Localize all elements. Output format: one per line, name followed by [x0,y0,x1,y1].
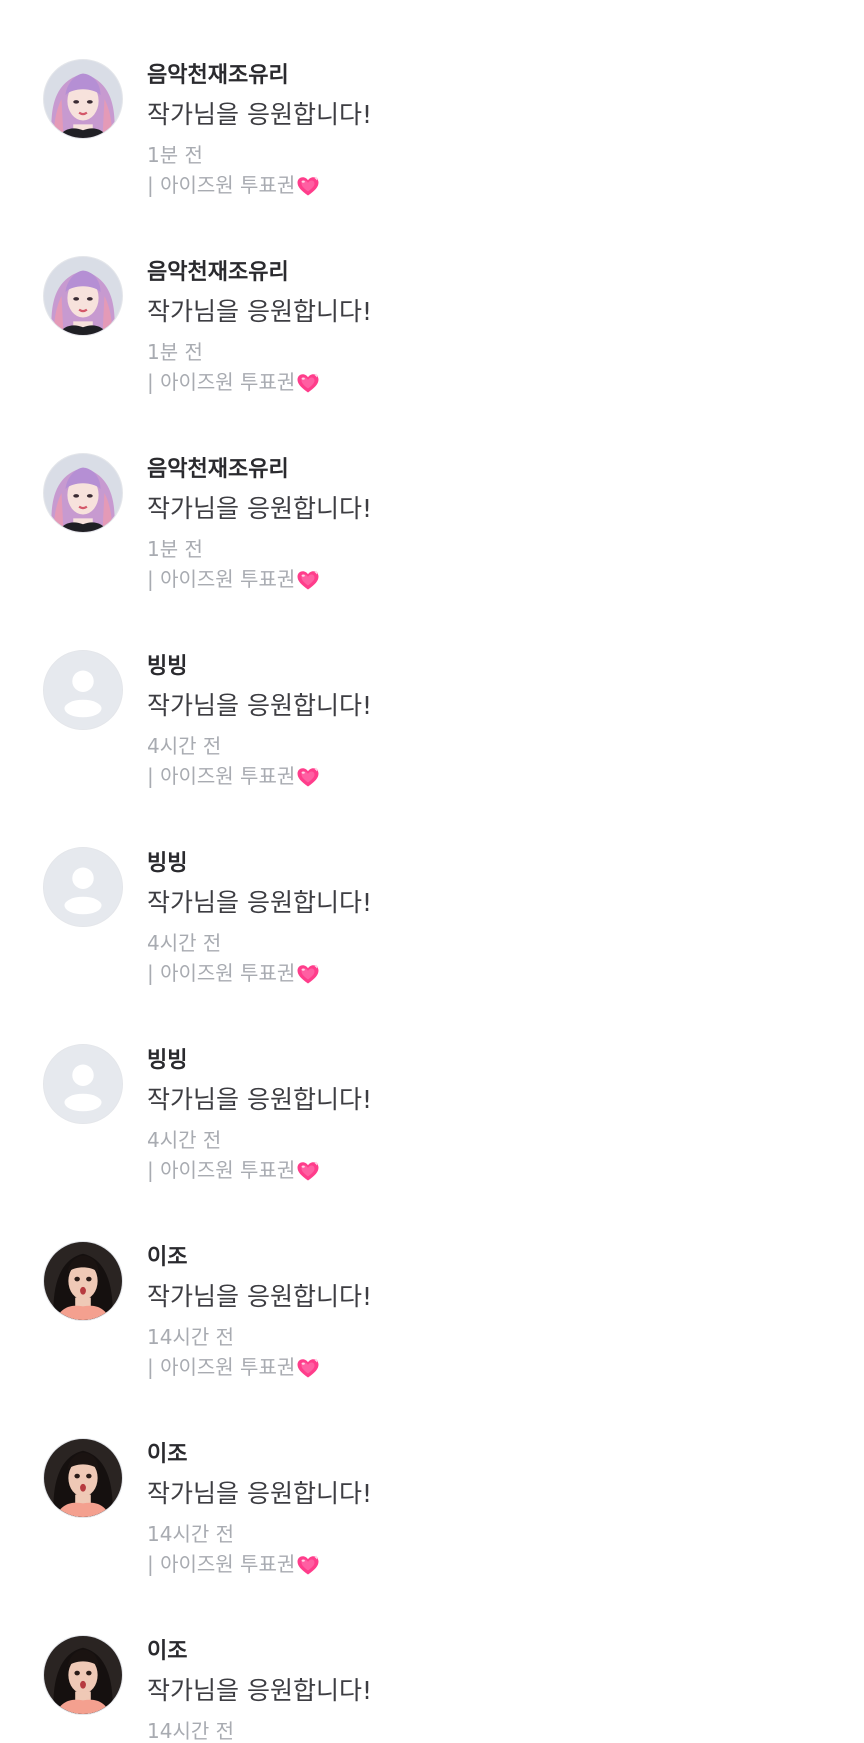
comment-item: 빙빙 작가님을 응원합니다! 4시간 전 | 아이즈원 투표권 [0,1044,864,1234]
comment-time: 14시간 전 [147,1325,235,1349]
comment-time: 14시간 전 [147,1522,235,1546]
avatar-default-user-icon[interactable] [43,650,123,730]
growing-heart-icon [296,766,320,788]
comment-message: 작가님을 응원합니다! [147,1282,372,1311]
comment-nickname[interactable]: 음악천재조유리 [147,451,289,483]
comment-nickname[interactable]: 음악천재조유리 [147,254,289,286]
comment-item: 이조 작가님을 응원합니다! 14시간 전 | 아이즈원 투표권 [0,1438,864,1628]
comment-gift: | 아이즈원 투표권 [147,760,320,789]
comment-item: 음악천재조유리 작가님을 응원합니다! 1분 전 | 아이즈원 투표권 [0,256,864,446]
comment-nickname[interactable]: 이조 [147,1633,187,1665]
comment-message: 작가님을 응원합니다! [147,691,372,720]
comment-message: 작가님을 응원합니다! [147,494,372,523]
comment-gift: | 아이즈원 투표권 [147,1351,320,1380]
comment-nickname[interactable]: 빙빙 [147,648,187,680]
comment-gift: | 아이즈원 투표권 [147,563,320,592]
comment-time: 1분 전 [147,537,203,561]
comment-message: 작가님을 응원합니다! [147,1479,372,1508]
avatar-purple-hair-profile-photo[interactable] [43,59,123,139]
comment-gift: | 아이즈원 투표권 [147,1548,320,1577]
growing-heart-icon [296,1554,320,1576]
comment-nickname[interactable]: 음악천재조유리 [147,57,289,89]
comment-nickname[interactable]: 이조 [147,1436,187,1468]
comment-item: 빙빙 작가님을 응원합니다! 4시간 전 | 아이즈원 투표권 [0,847,864,1037]
avatar-default-user-icon[interactable] [43,847,123,927]
avatar-default-user-icon[interactable] [43,1044,123,1124]
growing-heart-icon [296,372,320,394]
comment-feed: 음악천재조유리 작가님을 응원합니다! 1분 전 | 아이즈원 투표권 음악천재… [0,0,864,1743]
comment-gift: | 아이즈원 투표권 [147,1154,320,1183]
growing-heart-icon [296,1160,320,1182]
comment-nickname[interactable]: 이조 [147,1239,187,1271]
gift-label: | 아이즈원 투표권 [147,1552,296,1576]
avatar-dark-hair-profile-photo[interactable] [43,1241,123,1321]
gift-label: | 아이즈원 투표권 [147,173,296,197]
comment-nickname[interactable]: 빙빙 [147,845,187,877]
comment-time: 4시간 전 [147,734,222,758]
comment-time: 4시간 전 [147,931,222,955]
comment-time: 1분 전 [147,143,203,167]
avatar-dark-hair-profile-photo[interactable] [43,1438,123,1518]
gift-label: | 아이즈원 투표권 [147,567,296,591]
gift-label: | 아이즈원 투표권 [147,961,296,985]
comment-item: 음악천재조유리 작가님을 응원합니다! 1분 전 | 아이즈원 투표권 [0,59,864,249]
avatar-dark-hair-profile-photo[interactable] [43,1635,123,1715]
comment-item: 빙빙 작가님을 응원합니다! 4시간 전 | 아이즈원 투표권 [0,650,864,840]
comment-time: 1분 전 [147,340,203,364]
comment-message: 작가님을 응원합니다! [147,1676,372,1705]
avatar-purple-hair-profile-photo[interactable] [43,453,123,533]
comment-message: 작가님을 응원합니다! [147,100,372,129]
gift-label: | 아이즈원 투표권 [147,370,296,394]
comment-time: 14시간 전 [147,1719,235,1743]
comment-nickname[interactable]: 빙빙 [147,1042,187,1074]
comment-gift: | 아이즈원 투표권 [147,169,320,198]
gift-label: | 아이즈원 투표권 [147,1355,296,1379]
comment-item: 음악천재조유리 작가님을 응원합니다! 1분 전 | 아이즈원 투표권 [0,453,864,643]
comment-item: 이조 작가님을 응원합니다! 14시간 전 | 아이즈원 투표권 [0,1241,864,1431]
growing-heart-icon [296,175,320,197]
growing-heart-icon [296,1357,320,1379]
comment-item: 이조 작가님을 응원합니다! 14시간 전 [0,1635,864,1743]
comment-time: 4시간 전 [147,1128,222,1152]
comment-message: 작가님을 응원합니다! [147,297,372,326]
gift-label: | 아이즈원 투표권 [147,1158,296,1182]
comment-gift: | 아이즈원 투표권 [147,366,320,395]
gift-label: | 아이즈원 투표권 [147,764,296,788]
comment-message: 작가님을 응원합니다! [147,1085,372,1114]
growing-heart-icon [296,963,320,985]
comment-gift: | 아이즈원 투표권 [147,957,320,986]
growing-heart-icon [296,569,320,591]
avatar-purple-hair-profile-photo[interactable] [43,256,123,336]
comment-message: 작가님을 응원합니다! [147,888,372,917]
